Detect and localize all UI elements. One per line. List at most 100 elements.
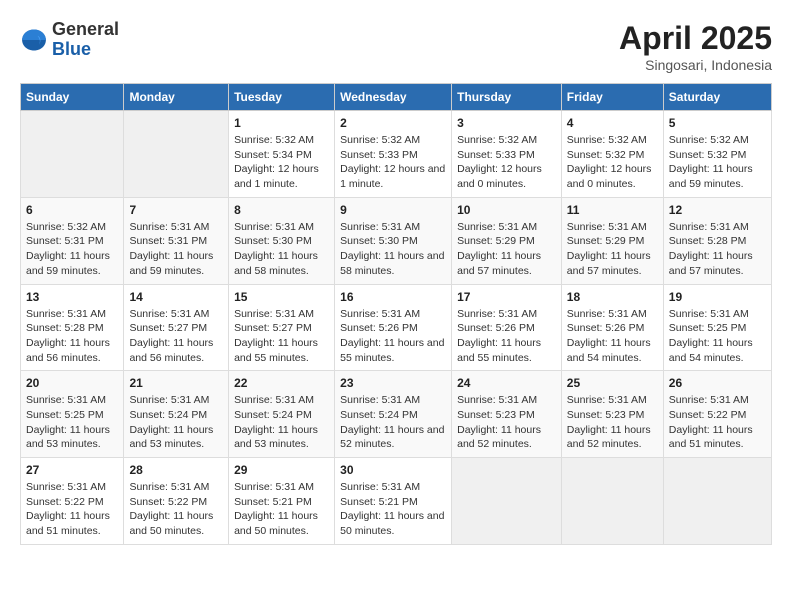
weekday-header-friday: Friday xyxy=(561,84,663,111)
day-number: 19 xyxy=(669,290,766,304)
day-info: Sunrise: 5:31 AM Sunset: 5:26 PM Dayligh… xyxy=(340,307,446,366)
day-info: Sunrise: 5:31 AM Sunset: 5:30 PM Dayligh… xyxy=(340,220,446,279)
weekday-header-sunday: Sunday xyxy=(21,84,124,111)
calendar-cell: 2 Sunrise: 5:32 AM Sunset: 5:33 PM Daylig… xyxy=(335,111,452,198)
day-info: Sunrise: 5:31 AM Sunset: 5:29 PM Dayligh… xyxy=(567,220,658,279)
day-info: Sunrise: 5:31 AM Sunset: 5:25 PM Dayligh… xyxy=(26,393,118,452)
calendar-cell: 27 Sunrise: 5:31 AM Sunset: 5:22 PM Dayli… xyxy=(21,458,124,545)
calendar-cell xyxy=(21,111,124,198)
day-info: Sunrise: 5:31 AM Sunset: 5:28 PM Dayligh… xyxy=(26,307,118,366)
calendar-cell: 20 Sunrise: 5:31 AM Sunset: 5:25 PM Dayli… xyxy=(21,371,124,458)
weekday-header-thursday: Thursday xyxy=(452,84,562,111)
day-info: Sunrise: 5:32 AM Sunset: 5:34 PM Dayligh… xyxy=(234,133,329,192)
day-number: 2 xyxy=(340,116,446,130)
day-number: 17 xyxy=(457,290,556,304)
calendar-cell: 10 Sunrise: 5:31 AM Sunset: 5:29 PM Dayli… xyxy=(452,197,562,284)
day-number: 22 xyxy=(234,376,329,390)
calendar-cell: 9Sunrise: 5:31 AM Sunset: 5:30 PM Daylig… xyxy=(335,197,452,284)
day-number: 20 xyxy=(26,376,118,390)
day-number: 8 xyxy=(234,203,329,217)
calendar-cell: 14Sunrise: 5:31 AM Sunset: 5:27 PM Dayli… xyxy=(124,284,229,371)
calendar-cell: 7 Sunrise: 5:31 AM Sunset: 5:31 PM Daylig… xyxy=(124,197,229,284)
day-info: Sunrise: 5:31 AM Sunset: 5:23 PM Dayligh… xyxy=(567,393,658,452)
calendar-cell: 22 Sunrise: 5:31 AM Sunset: 5:24 PM Dayli… xyxy=(229,371,335,458)
day-number: 28 xyxy=(129,463,223,477)
day-number: 12 xyxy=(669,203,766,217)
day-number: 15 xyxy=(234,290,329,304)
weekday-header-wednesday: Wednesday xyxy=(335,84,452,111)
month-year-title: April 2025 xyxy=(619,20,772,57)
day-number: 10 xyxy=(457,203,556,217)
day-info: Sunrise: 5:31 AM Sunset: 5:26 PM Dayligh… xyxy=(457,307,556,366)
day-info: Sunrise: 5:31 AM Sunset: 5:24 PM Dayligh… xyxy=(234,393,329,452)
weekday-header-monday: Monday xyxy=(124,84,229,111)
calendar-cell: 13Sunrise: 5:31 AM Sunset: 5:28 PM Dayli… xyxy=(21,284,124,371)
day-info: Sunrise: 5:31 AM Sunset: 5:24 PM Dayligh… xyxy=(129,393,223,452)
calendar-cell: 19 Sunrise: 5:31 AM Sunset: 5:25 PM Dayli… xyxy=(663,284,771,371)
day-number: 5 xyxy=(669,116,766,130)
calendar-cell: 3 Sunrise: 5:32 AM Sunset: 5:33 PM Daylig… xyxy=(452,111,562,198)
day-number: 18 xyxy=(567,290,658,304)
title-area: April 2025 Singosari, Indonesia xyxy=(619,20,772,73)
day-info: Sunrise: 5:31 AM Sunset: 5:31 PM Dayligh… xyxy=(129,220,223,279)
day-number: 25 xyxy=(567,376,658,390)
page-header: General Blue April 2025 Singosari, Indon… xyxy=(20,20,772,73)
day-info: Sunrise: 5:31 AM Sunset: 5:24 PM Dayligh… xyxy=(340,393,446,452)
day-info: Sunrise: 5:31 AM Sunset: 5:21 PM Dayligh… xyxy=(340,480,446,539)
day-number: 16 xyxy=(340,290,446,304)
week-row-3: 13Sunrise: 5:31 AM Sunset: 5:28 PM Dayli… xyxy=(21,284,772,371)
day-info: Sunrise: 5:32 AM Sunset: 5:31 PM Dayligh… xyxy=(26,220,118,279)
day-info: Sunrise: 5:31 AM Sunset: 5:22 PM Dayligh… xyxy=(129,480,223,539)
weekday-header-saturday: Saturday xyxy=(663,84,771,111)
day-number: 3 xyxy=(457,116,556,130)
day-info: Sunrise: 5:31 AM Sunset: 5:30 PM Dayligh… xyxy=(234,220,329,279)
day-number: 1 xyxy=(234,116,329,130)
day-info: Sunrise: 5:32 AM Sunset: 5:32 PM Dayligh… xyxy=(567,133,658,192)
week-row-2: 6 Sunrise: 5:32 AM Sunset: 5:31 PM Daylig… xyxy=(21,197,772,284)
week-row-1: 1 Sunrise: 5:32 AM Sunset: 5:34 PM Daylig… xyxy=(21,111,772,198)
calendar-cell: 11Sunrise: 5:31 AM Sunset: 5:29 PM Dayli… xyxy=(561,197,663,284)
day-info: Sunrise: 5:31 AM Sunset: 5:22 PM Dayligh… xyxy=(26,480,118,539)
day-info: Sunrise: 5:31 AM Sunset: 5:29 PM Dayligh… xyxy=(457,220,556,279)
day-number: 14 xyxy=(129,290,223,304)
calendar-cell: 24 Sunrise: 5:31 AM Sunset: 5:23 PM Dayli… xyxy=(452,371,562,458)
day-number: 4 xyxy=(567,116,658,130)
day-number: 6 xyxy=(26,203,118,217)
day-info: Sunrise: 5:32 AM Sunset: 5:33 PM Dayligh… xyxy=(340,133,446,192)
calendar-cell: 1 Sunrise: 5:32 AM Sunset: 5:34 PM Daylig… xyxy=(229,111,335,198)
calendar-cell: 30Sunrise: 5:31 AM Sunset: 5:21 PM Dayli… xyxy=(335,458,452,545)
day-number: 27 xyxy=(26,463,118,477)
day-info: Sunrise: 5:32 AM Sunset: 5:33 PM Dayligh… xyxy=(457,133,556,192)
day-info: Sunrise: 5:31 AM Sunset: 5:23 PM Dayligh… xyxy=(457,393,556,452)
day-info: Sunrise: 5:32 AM Sunset: 5:32 PM Dayligh… xyxy=(669,133,766,192)
calendar-cell: 15Sunrise: 5:31 AM Sunset: 5:27 PM Dayli… xyxy=(229,284,335,371)
calendar-table: SundayMondayTuesdayWednesdayThursdayFrid… xyxy=(20,83,772,545)
day-number: 23 xyxy=(340,376,446,390)
calendar-cell: 21 Sunrise: 5:31 AM Sunset: 5:24 PM Dayli… xyxy=(124,371,229,458)
weekday-header-tuesday: Tuesday xyxy=(229,84,335,111)
weekday-header-row: SundayMondayTuesdayWednesdayThursdayFrid… xyxy=(21,84,772,111)
calendar-cell: 25 Sunrise: 5:31 AM Sunset: 5:23 PM Dayli… xyxy=(561,371,663,458)
day-number: 24 xyxy=(457,376,556,390)
calendar-cell: 4 Sunrise: 5:32 AM Sunset: 5:32 PM Daylig… xyxy=(561,111,663,198)
day-number: 21 xyxy=(129,376,223,390)
calendar-cell: 12 Sunrise: 5:31 AM Sunset: 5:28 PM Dayli… xyxy=(663,197,771,284)
day-number: 26 xyxy=(669,376,766,390)
calendar-cell: 17 Sunrise: 5:31 AM Sunset: 5:26 PM Dayli… xyxy=(452,284,562,371)
day-info: Sunrise: 5:31 AM Sunset: 5:28 PM Dayligh… xyxy=(669,220,766,279)
calendar-cell xyxy=(561,458,663,545)
calendar-cell: 8 Sunrise: 5:31 AM Sunset: 5:30 PM Daylig… xyxy=(229,197,335,284)
week-row-4: 20 Sunrise: 5:31 AM Sunset: 5:25 PM Dayli… xyxy=(21,371,772,458)
calendar-cell: 28 Sunrise: 5:31 AM Sunset: 5:22 PM Dayli… xyxy=(124,458,229,545)
logo: General Blue xyxy=(20,20,119,60)
day-info: Sunrise: 5:31 AM Sunset: 5:21 PM Dayligh… xyxy=(234,480,329,539)
day-info: Sunrise: 5:31 AM Sunset: 5:25 PM Dayligh… xyxy=(669,307,766,366)
calendar-cell xyxy=(124,111,229,198)
calendar-cell: 23 Sunrise: 5:31 AM Sunset: 5:24 PM Dayli… xyxy=(335,371,452,458)
day-info: Sunrise: 5:31 AM Sunset: 5:26 PM Dayligh… xyxy=(567,307,658,366)
calendar-cell xyxy=(452,458,562,545)
day-number: 7 xyxy=(129,203,223,217)
calendar-cell: 18 Sunrise: 5:31 AM Sunset: 5:26 PM Dayli… xyxy=(561,284,663,371)
logo-text: General Blue xyxy=(52,20,119,60)
calendar-cell: 6 Sunrise: 5:32 AM Sunset: 5:31 PM Daylig… xyxy=(21,197,124,284)
